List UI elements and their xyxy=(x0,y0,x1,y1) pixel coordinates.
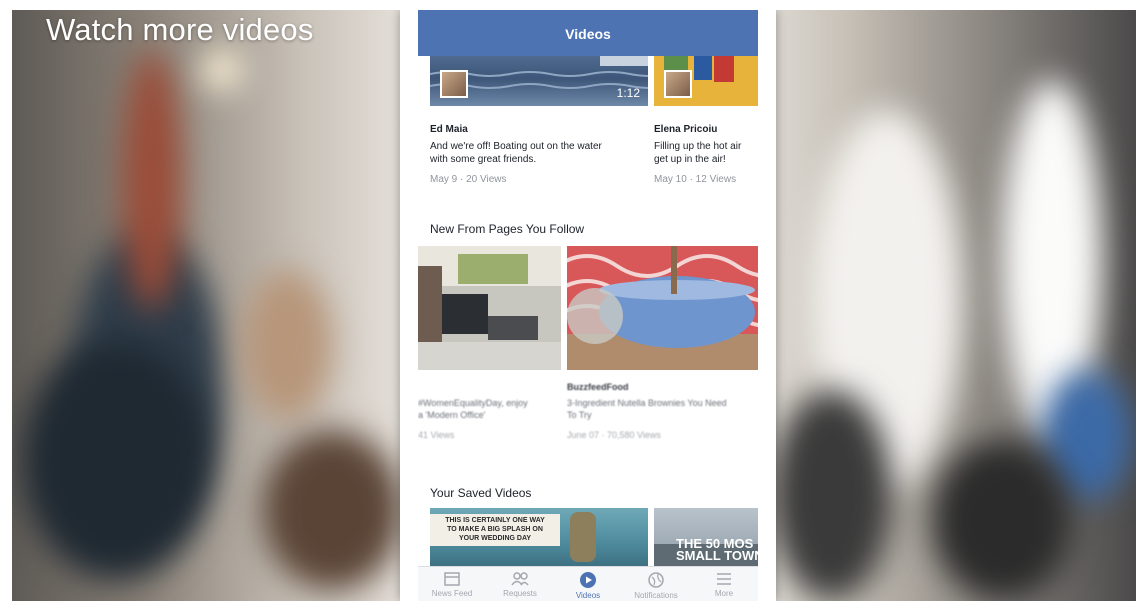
video-meta: June 07 · 70,580 Views xyxy=(567,430,661,440)
videos-icon xyxy=(580,572,596,588)
tab-videos[interactable]: Videos xyxy=(554,567,622,601)
video-meta: 41 Views xyxy=(418,430,455,440)
saved-video-caption-line: SMALL TOWN xyxy=(676,548,758,563)
videos-header: Videos xyxy=(418,10,758,56)
tab-more[interactable]: More xyxy=(690,567,758,601)
video-description: a 'Modern Office' xyxy=(418,410,486,420)
avatar xyxy=(440,70,468,98)
video-thumbnail[interactable] xyxy=(654,56,758,106)
requests-icon xyxy=(511,572,529,586)
page-name[interactable]: BuzzfeedFood xyxy=(567,382,629,392)
video-stage: Watch more videos Videos 1:12 Ed Maia An… xyxy=(12,10,1136,601)
section-title: Your Saved Videos xyxy=(430,486,532,500)
video-description: #WomenEqualityDay, enjoy xyxy=(418,398,528,408)
videos-feed[interactable]: 1:12 Ed Maia And we're off! Boating out … xyxy=(418,56,758,567)
video-description: To Try xyxy=(567,410,592,420)
video-description: 3-Ingredient Nutella Brownies You Need xyxy=(567,398,727,408)
saved-video-caption-line: YOUR WEDDING DAY xyxy=(458,535,532,542)
pattern-graphic xyxy=(567,246,758,370)
video-description-line: Filling up the hot air xyxy=(654,141,742,152)
video-author[interactable]: Ed Maia xyxy=(430,124,468,135)
phone-screen: Videos 1:12 Ed Maia And we're off! Boati… xyxy=(400,10,776,601)
video-description-line: with some great friends. xyxy=(430,154,537,165)
video-meta: May 9 · 20 Views xyxy=(430,174,507,185)
video-thumbnail[interactable] xyxy=(418,246,561,370)
menu-icon xyxy=(717,573,731,585)
tab-label: Requests xyxy=(503,589,537,598)
saved-video-caption-line: TO MAKE A BIG SPLASH ON xyxy=(447,526,543,533)
globe-icon xyxy=(648,572,664,588)
saved-video-thumbnail[interactable]: THIS IS CERTAINLY ONE WAY TO MAKE A BIG … xyxy=(430,508,648,567)
section-title: New From Pages You Follow xyxy=(430,222,585,236)
headline: Watch more videos xyxy=(46,12,314,47)
video-duration: 1:12 xyxy=(616,86,640,100)
tab-label: Videos xyxy=(575,591,601,600)
avatar xyxy=(664,70,692,98)
tab-label: Notifications xyxy=(634,591,678,600)
tab-notifications[interactable]: Notifications xyxy=(622,567,690,601)
saved-video-thumbnail[interactable]: THE 50 MOS SMALL TOWN xyxy=(654,508,758,567)
tab-news-feed[interactable]: News Feed xyxy=(418,567,486,601)
video-description: And we're off! Boating out on the water … xyxy=(430,140,602,166)
bottom-tab-bar: News Feed Requests Videos Notifications … xyxy=(418,566,758,601)
video-description-line: get up in the air! xyxy=(654,154,726,165)
video-description: Filling up the hot air get up in the air… xyxy=(654,140,741,166)
video-description-line: And we're off! Boating out on the water xyxy=(430,141,602,152)
tab-label: More xyxy=(714,589,734,598)
video-author[interactable]: Elena Pricoiu xyxy=(654,124,717,135)
news-feed-icon xyxy=(444,572,460,586)
video-thumbnail[interactable]: 1:12 xyxy=(430,56,648,106)
tab-label: News Feed xyxy=(431,589,473,598)
tab-requests[interactable]: Requests xyxy=(486,567,554,601)
video-thumbnail[interactable] xyxy=(567,246,758,370)
video-meta: May 10 · 12 Views xyxy=(654,174,737,185)
saved-video-caption-line: THIS IS CERTAINLY ONE WAY xyxy=(445,517,545,524)
